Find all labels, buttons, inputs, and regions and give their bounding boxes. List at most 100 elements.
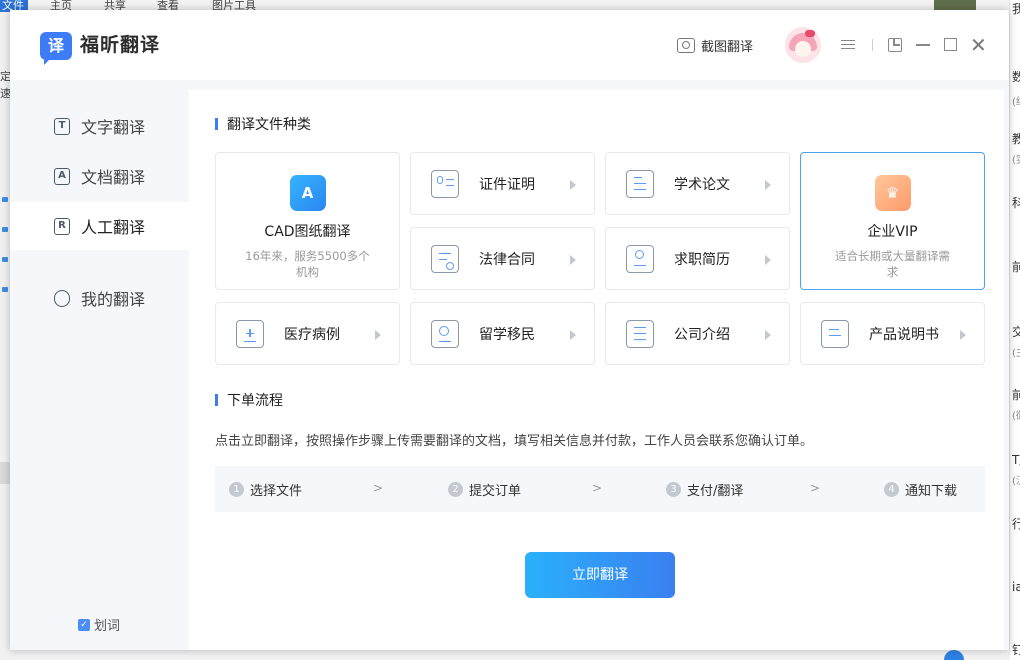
chevron-right-icon: > <box>592 481 603 495</box>
step-label: 提交订单 <box>469 483 522 499</box>
arrow-right-icon <box>960 330 966 340</box>
step-number: 1 <box>229 481 244 497</box>
vip-card-title: 企业VIP <box>867 224 918 240</box>
medical-icon <box>236 319 264 348</box>
card-label: 产品说明书 <box>869 326 939 343</box>
step-number: 3 <box>666 481 681 497</box>
bg-folder-icon <box>2 257 8 262</box>
divider <box>872 39 873 51</box>
card-label: 留学移民 <box>479 326 535 343</box>
sidebar-item-label: 人工翻译 <box>81 218 146 237</box>
menu-icon[interactable] <box>840 37 856 53</box>
resume-icon <box>626 244 654 273</box>
bg-chat-fragment: 科 <box>1012 196 1020 210</box>
order-steps: 1 选择文件 > 2 提交订单 > 3 支付/翻译 > 4 通知下载 <box>215 466 985 512</box>
arrow-right-icon <box>570 255 576 265</box>
sidebar-item-label: 我的翻译 <box>81 290 146 309</box>
checkbox-checked-icon: ✓ <box>78 618 90 631</box>
bg-chat-fragment: 数 <box>1012 70 1020 84</box>
section-title-file-types: 翻译文件种类 <box>215 114 311 134</box>
chevron-right-icon: > <box>373 481 384 495</box>
card-legal-contracts[interactable]: 法律合同 <box>410 227 595 290</box>
step-submit-order: 2 提交订单 <box>448 466 521 512</box>
bg-chat-fragment: (纯 <box>1012 97 1020 108</box>
bg-chat-fragment: T/ <box>1012 453 1020 467</box>
app-logo-icon: 译 <box>40 32 72 65</box>
manual-icon <box>821 319 849 348</box>
chevron-right-icon: > <box>810 481 821 495</box>
step-label: 选择文件 <box>250 483 303 499</box>
card-label: 学术论文 <box>674 176 730 193</box>
arrow-right-icon <box>570 180 576 190</box>
step-label: 通知下载 <box>905 483 958 499</box>
contract-icon <box>431 244 459 273</box>
translator-window: 译 福昕翻译 截图翻译 ✕ T 文字翻译 A 文档翻译 R 人工翻译 我的翻译 … <box>10 10 1009 650</box>
card-label: 医疗病例 <box>284 326 340 343</box>
sidebar-item-my-translations[interactable]: 我的翻译 <box>10 274 189 322</box>
background-bottom-strip <box>10 650 1010 660</box>
arrow-right-icon <box>765 255 771 265</box>
bg-left-text: 定 <box>0 70 10 83</box>
bg-chat-fragment: 前 <box>1012 260 1020 274</box>
title-bar: 译 福昕翻译 截图翻译 ✕ <box>10 10 1009 80</box>
bg-selected-row <box>0 462 10 484</box>
bg-chat-fragment: ia <box>1012 580 1020 594</box>
maximize-icon[interactable] <box>944 38 957 51</box>
bg-chat-fragment: (汉 <box>1012 476 1020 487</box>
sidebar-item-document-translate[interactable]: A 文档翻译 <box>10 152 189 200</box>
background-left-strip: 定 速 <box>0 12 10 660</box>
main-content: 翻译文件种类 A CAD图纸翻译 16年来，服务5500多个机构 证件证明 学术… <box>189 90 1004 650</box>
card-academic-papers[interactable]: 学术论文 <box>605 152 790 215</box>
card-product-manual[interactable]: 产品说明书 <box>800 302 985 365</box>
bg-left-text: 速 <box>0 87 10 100</box>
highlight-word-checkbox[interactable]: ✓ 划词 <box>78 615 120 634</box>
paper-icon <box>626 169 654 198</box>
document-translate-icon: A <box>54 167 70 185</box>
enterprise-vip-card[interactable]: ♛ 企业VIP 适合长期或大量翻译需求 <box>800 152 985 290</box>
company-icon <box>626 319 654 348</box>
text-translate-icon: T <box>54 117 70 135</box>
crown-icon: ♛ <box>874 175 911 211</box>
app-name: 福昕翻译 <box>80 34 161 56</box>
card-label: 法律合同 <box>479 251 535 268</box>
step-pay-translate: 3 支付/翻译 <box>666 466 743 512</box>
minimize-icon[interactable] <box>916 37 932 53</box>
passport-icon <box>431 319 459 348</box>
user-avatar[interactable] <box>785 27 821 63</box>
bg-file-icon <box>2 197 8 202</box>
step-select-file: 1 选择文件 <box>229 466 302 512</box>
arrow-right-icon <box>765 180 771 190</box>
card-certificates[interactable]: 证件证明 <box>410 152 595 215</box>
bg-chat-fragment: 教 <box>1012 132 1020 146</box>
card-study-abroad[interactable]: 留学移民 <box>410 302 595 365</box>
highlight-word-label: 划词 <box>94 619 121 634</box>
step-label: 支付/翻译 <box>687 483 744 499</box>
card-label: 公司介绍 <box>674 326 730 343</box>
bg-file-icon <box>2 227 8 232</box>
my-translations-icon <box>54 289 70 307</box>
cad-icon: A <box>289 175 326 211</box>
card-resume[interactable]: 求职简历 <box>605 227 790 290</box>
card-label: 求职简历 <box>674 251 730 268</box>
id-card-icon <box>431 169 459 198</box>
sidebar: T 文字翻译 A 文档翻译 R 人工翻译 我的翻译 <box>10 90 189 650</box>
sidebar-item-label: 文字翻译 <box>81 118 146 137</box>
close-icon[interactable]: ✕ <box>970 35 987 55</box>
step-notify-download: 4 通知下载 <box>884 466 957 512</box>
sidebar-item-human-translate[interactable]: R 人工翻译 <box>10 202 189 250</box>
order-process-description: 点击立即翻译，按照操作步骤上传需要翻译的文档，填写相关信息并付款，工作人员会联系… <box>215 434 814 449</box>
cad-translate-card[interactable]: A CAD图纸翻译 16年来，服务5500多个机构 <box>215 152 400 290</box>
step-number: 2 <box>448 481 463 497</box>
bg-chat-fragment: 钉钉 <box>1012 643 1020 657</box>
bg-chat-fragment: (实 <box>1012 155 1020 166</box>
sidebar-item-text-translate[interactable]: T 文字翻译 <box>10 102 189 150</box>
pin-window-icon[interactable] <box>888 38 902 52</box>
camera-icon <box>677 37 695 53</box>
screenshot-translate-button[interactable]: 截图翻译 <box>677 34 753 56</box>
bg-chat-fragment: 我（文 <box>1012 2 1020 16</box>
translate-now-button[interactable]: 立即翻译 <box>525 552 675 598</box>
card-medical-records[interactable]: 医疗病例 <box>215 302 400 365</box>
bg-chat-fragment: 行 <box>1012 517 1020 531</box>
sidebar-item-label: 文档翻译 <box>81 168 146 187</box>
card-company-intro[interactable]: 公司介绍 <box>605 302 790 365</box>
